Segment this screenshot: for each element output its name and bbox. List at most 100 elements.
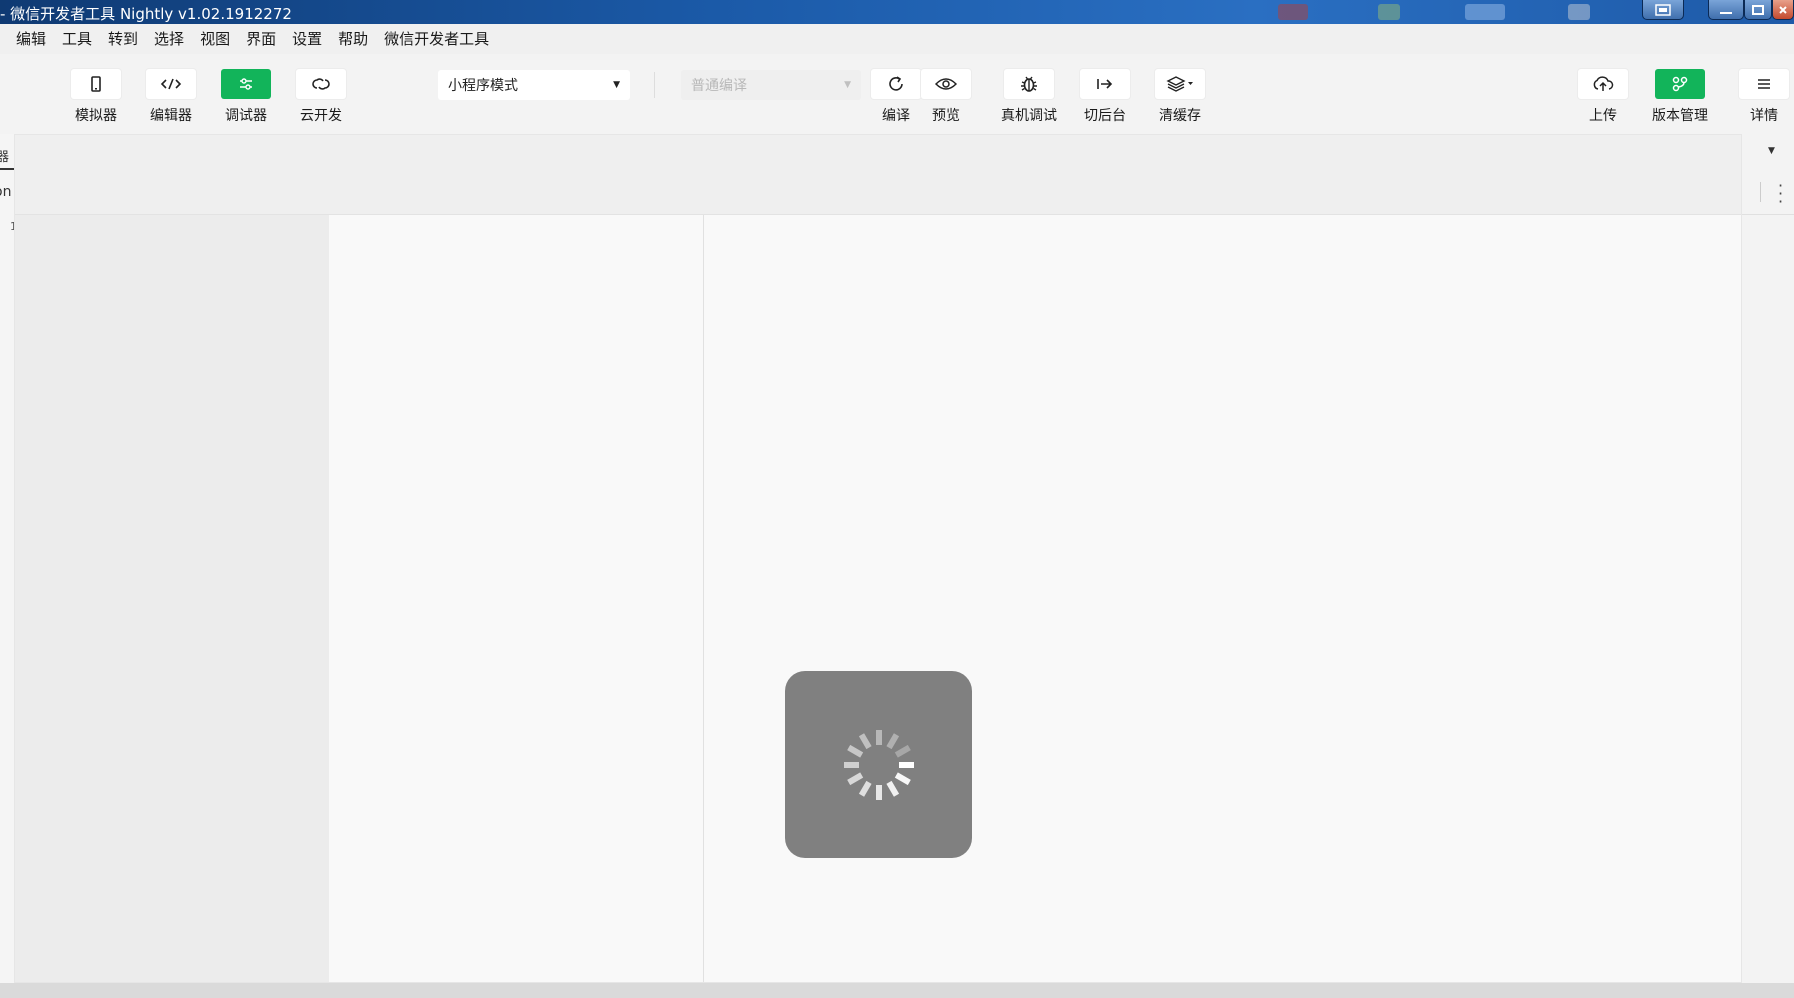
remote-debug-label: 真机调试 xyxy=(1001,108,1057,124)
minimize-button[interactable] xyxy=(1708,0,1744,20)
title-bar: - 微信开发者工具 Nightly v1.02.1912272 xyxy=(0,0,1794,24)
spinner-tick xyxy=(894,771,911,785)
cloud-label: 云开发 xyxy=(300,108,342,124)
version-branch-icon xyxy=(1672,76,1688,92)
spinner-tick xyxy=(858,780,872,797)
remote-debug-button[interactable] xyxy=(1004,69,1054,99)
taskbar-thumb xyxy=(1278,4,1308,20)
more-options-icon[interactable]: · · · xyxy=(1778,178,1783,210)
details-button[interactable] xyxy=(1739,69,1789,99)
debugger-button[interactable] xyxy=(221,69,271,99)
version-button[interactable] xyxy=(1655,69,1705,99)
upload-tool: 上传 xyxy=(1578,69,1628,125)
menu-tools[interactable]: 工具 xyxy=(54,24,100,54)
simulator-button[interactable] xyxy=(71,69,121,99)
loading-toast xyxy=(785,671,972,858)
panel-border xyxy=(1742,214,1794,215)
menu-settings[interactable]: 设置 xyxy=(284,24,330,54)
taskbar-thumb xyxy=(1465,4,1505,20)
refresh-icon xyxy=(889,76,903,91)
panel-dropdown-icon[interactable]: ▼ xyxy=(1768,146,1775,156)
code-icon xyxy=(160,78,182,90)
clear-cache-tool: 清缓存 xyxy=(1155,69,1205,125)
compile-tool: 编译 xyxy=(871,69,921,125)
toolbar: 模拟器 编辑器 调试器 云开发 小程序模式 ▼ 普通编译 ▼ 编译 预览 真机调… xyxy=(0,54,1794,134)
bottom-edge xyxy=(0,983,1794,998)
remote-debug-tool: 真机调试 xyxy=(1001,69,1057,125)
details-label: 详情 xyxy=(1750,108,1778,124)
restore-window-button[interactable] xyxy=(1642,0,1684,20)
menu-interface[interactable]: 界面 xyxy=(238,24,284,54)
spinner-tick xyxy=(894,744,911,758)
spinner-tick xyxy=(885,732,899,749)
preview-button[interactable] xyxy=(921,69,971,99)
caret-down-icon: ▼ xyxy=(613,80,620,90)
window-icon xyxy=(1655,3,1671,16)
phone-icon xyxy=(91,76,101,92)
close-icon xyxy=(1779,5,1787,14)
left-tab-fragment: 器 xyxy=(0,150,10,165)
simulator-tool: 模拟器 xyxy=(71,69,121,125)
spinner-icon xyxy=(843,729,914,800)
cloud-button[interactable] xyxy=(296,69,346,99)
editor-tool: 编辑器 xyxy=(146,69,196,125)
clear-cache-label: 清缓存 xyxy=(1159,108,1201,124)
debugger-sliders-icon xyxy=(240,78,252,90)
background-button[interactable] xyxy=(1080,69,1130,99)
window-title: - 微信开发者工具 Nightly v1.02.1912272 xyxy=(0,5,292,23)
layers-icon xyxy=(1166,76,1193,92)
upload-label: 上传 xyxy=(1589,108,1617,124)
compile-select-placeholder: 普通编译 xyxy=(691,78,747,94)
details-tool: 详情 xyxy=(1739,69,1789,125)
background-label: 切后台 xyxy=(1084,108,1126,124)
menu-select[interactable]: 选择 xyxy=(146,24,192,54)
debugger-tool: 调试器 xyxy=(221,69,271,125)
switch-to-background-icon xyxy=(1097,79,1113,89)
preview-tool: 预览 xyxy=(921,69,971,125)
caret-down-icon: ▼ xyxy=(844,80,851,90)
spinner-tick xyxy=(885,780,899,797)
workspace-header xyxy=(15,135,1741,215)
eye-icon xyxy=(935,78,957,90)
toolbar-separator xyxy=(654,72,655,98)
mode-select[interactable]: 小程序模式 ▼ xyxy=(438,70,630,100)
version-label: 版本管理 xyxy=(1652,108,1708,124)
cloud-tool: 云开发 xyxy=(296,69,346,125)
file-tree-panel xyxy=(15,215,329,982)
simulator-label: 模拟器 xyxy=(75,108,117,124)
menu-bar: 编辑 工具 转到 选择 视图 界面 设置 帮助 微信开发者工具 xyxy=(0,24,1794,54)
minimize-icon xyxy=(1720,11,1732,14)
cloud-dev-icon xyxy=(312,78,330,90)
mode-select-value: 小程序模式 xyxy=(448,78,518,94)
spinner-tick xyxy=(858,732,872,749)
clear-cache-button[interactable] xyxy=(1155,69,1205,99)
compile-button[interactable] xyxy=(871,69,921,99)
upload-button[interactable] xyxy=(1578,69,1628,99)
cloud-upload-icon xyxy=(1593,76,1614,91)
spinner-tick xyxy=(846,771,863,785)
menu-goto[interactable]: 转到 xyxy=(100,24,146,54)
compile-label: 编译 xyxy=(882,108,910,124)
compile-mode-select[interactable]: 普通编译 ▼ xyxy=(681,70,861,100)
editor-button[interactable] xyxy=(146,69,196,99)
menu-edit[interactable]: 编辑 xyxy=(8,24,54,54)
spinner-tick xyxy=(846,744,863,758)
editor-label: 编辑器 xyxy=(150,108,192,124)
debugger-label: 调试器 xyxy=(225,108,267,124)
close-button[interactable] xyxy=(1772,0,1794,20)
taskbar-thumb xyxy=(1378,4,1400,20)
left-panel-edge: 器 on 1 xyxy=(0,134,14,983)
menu-wechat-devtools[interactable]: 微信开发者工具 xyxy=(376,24,497,54)
left-label-fragment: on xyxy=(0,184,12,200)
menu-help[interactable]: 帮助 xyxy=(330,24,376,54)
maximize-icon xyxy=(1752,4,1764,15)
preview-label: 预览 xyxy=(932,108,960,124)
panel-divider xyxy=(1760,182,1761,202)
simulator-panel xyxy=(329,215,704,982)
menu-view[interactable]: 视图 xyxy=(192,24,238,54)
right-panel-edge: ▼ · · · xyxy=(1742,134,1794,983)
tab-underline xyxy=(0,168,14,170)
maximize-button[interactable] xyxy=(1744,0,1772,20)
bug-icon xyxy=(1021,76,1037,92)
version-tool: 版本管理 xyxy=(1652,69,1708,125)
